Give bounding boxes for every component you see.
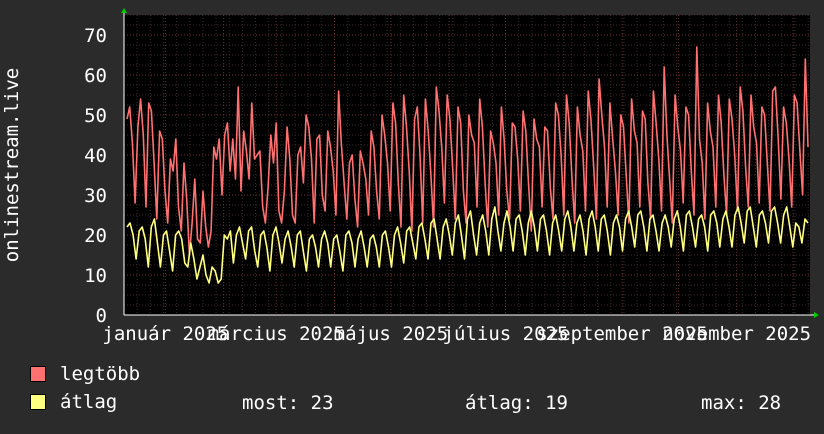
y-tick-label: 20 xyxy=(84,225,107,247)
y-tick-label: 40 xyxy=(84,145,107,167)
legend-swatch-atlag xyxy=(30,394,46,410)
legend-item-legtobb: legtöbb xyxy=(30,362,140,386)
y-tick-label: 70 xyxy=(84,25,107,47)
legend-swatch-legtobb xyxy=(30,366,46,382)
stat-atlag: átlag: 19 xyxy=(465,392,568,414)
x-tick-label: március 2025 xyxy=(208,323,345,345)
stat-most: most: 23 xyxy=(242,392,334,414)
stat-max: max: 28 xyxy=(701,392,782,414)
y-tick-label: 60 xyxy=(84,65,107,87)
legend-label-legtobb: legtöbb xyxy=(60,363,141,385)
x-axis-arrow-icon xyxy=(814,312,819,318)
y-axis-label: onlinestream.live xyxy=(1,68,23,262)
y-tick-label: 10 xyxy=(84,265,107,287)
y-tick-label: 30 xyxy=(84,185,107,207)
y-tick-labels: 010203040506070 xyxy=(84,25,107,327)
x-tick-labels: január 2025március 2025május 2025július … xyxy=(102,323,811,345)
x-tick-label: november 2025 xyxy=(662,323,811,345)
y-tick-label: 50 xyxy=(84,105,107,127)
legend-label-atlag: átlag xyxy=(60,391,118,413)
x-tick-label: május 2025 xyxy=(334,323,448,345)
y-axis-arrow-icon xyxy=(121,8,127,13)
legend-item-atlag: átlag xyxy=(30,390,117,414)
